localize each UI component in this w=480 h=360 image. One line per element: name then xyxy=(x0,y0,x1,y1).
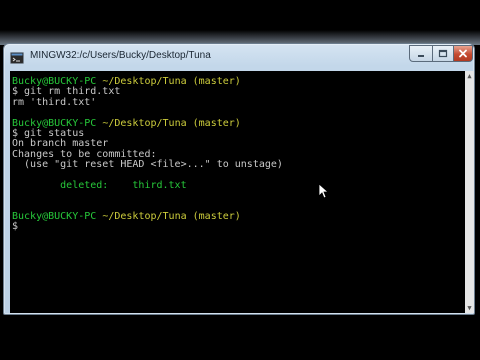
terminal-text: Bucky@BUCKY-PC xyxy=(12,117,97,129)
close-button[interactable] xyxy=(453,45,473,62)
window-title: MINGW32:/c/Users/Bucky/Desktop/Tuna xyxy=(30,50,211,61)
terminal-line: Bucky@BUCKY-PC ~/Desktop/Tuna (master) xyxy=(12,211,283,223)
terminal-window[interactable]: MINGW32:/c/Users/Bucky/Desktop/Tuna Buck… xyxy=(3,43,475,315)
minimize-icon xyxy=(418,54,424,57)
maximize-button[interactable] xyxy=(432,45,454,62)
terminal-text: ~/Desktop/Tuna (master) xyxy=(102,76,241,87)
terminal-text: (use "git reset HEAD <file>..." to unsta… xyxy=(12,159,283,171)
terminal-text: ~/Desktop/Tuna (master) xyxy=(102,117,241,129)
terminal-line: (use "git reset HEAD <file>..." to unsta… xyxy=(12,159,283,171)
minimize-button[interactable] xyxy=(409,45,433,62)
maximize-icon xyxy=(438,49,448,58)
terminal-lines: Bucky@BUCKY-PC ~/Desktop/Tuna (master) $ … xyxy=(12,76,283,233)
terminal-text: Changes to be committed: xyxy=(12,148,157,160)
terminal-output[interactable]: Bucky@BUCKY-PC ~/Desktop/Tuna (master) $ … xyxy=(10,71,465,313)
terminal-text: Bucky@BUCKY-PC xyxy=(12,76,97,87)
terminal-text: $ git rm third.txt xyxy=(12,86,121,98)
terminal-text: deleted: third.txt xyxy=(12,179,187,191)
terminal-line: $ xyxy=(12,222,283,232)
mingw-terminal-icon[interactable] xyxy=(10,50,24,64)
desktop-background-bottom xyxy=(0,313,480,360)
desktop-background-top xyxy=(0,0,480,45)
mouse-pointer-icon xyxy=(318,183,330,199)
terminal-text: Bucky@BUCKY-PC xyxy=(12,211,97,223)
terminal-line: rm 'third.txt' xyxy=(12,96,283,108)
vertical-scrollbar[interactable]: ▲ ▼ xyxy=(465,71,474,313)
terminal-text: rm 'third.txt' xyxy=(12,96,97,108)
terminal-text: $ xyxy=(12,221,19,233)
title-bar[interactable]: MINGW32:/c/Users/Bucky/Desktop/Tuna xyxy=(4,44,474,70)
terminal-line: deleted: third.txt xyxy=(12,179,283,191)
scroll-down-arrow-icon[interactable]: ▼ xyxy=(465,303,474,313)
terminal-text: On branch master xyxy=(12,138,109,150)
terminal-text: ~/Desktop/Tuna (master) xyxy=(102,211,241,223)
terminal-text: $ git status xyxy=(12,127,85,139)
close-icon xyxy=(459,49,467,58)
scroll-up-arrow-icon[interactable]: ▲ xyxy=(465,71,474,81)
